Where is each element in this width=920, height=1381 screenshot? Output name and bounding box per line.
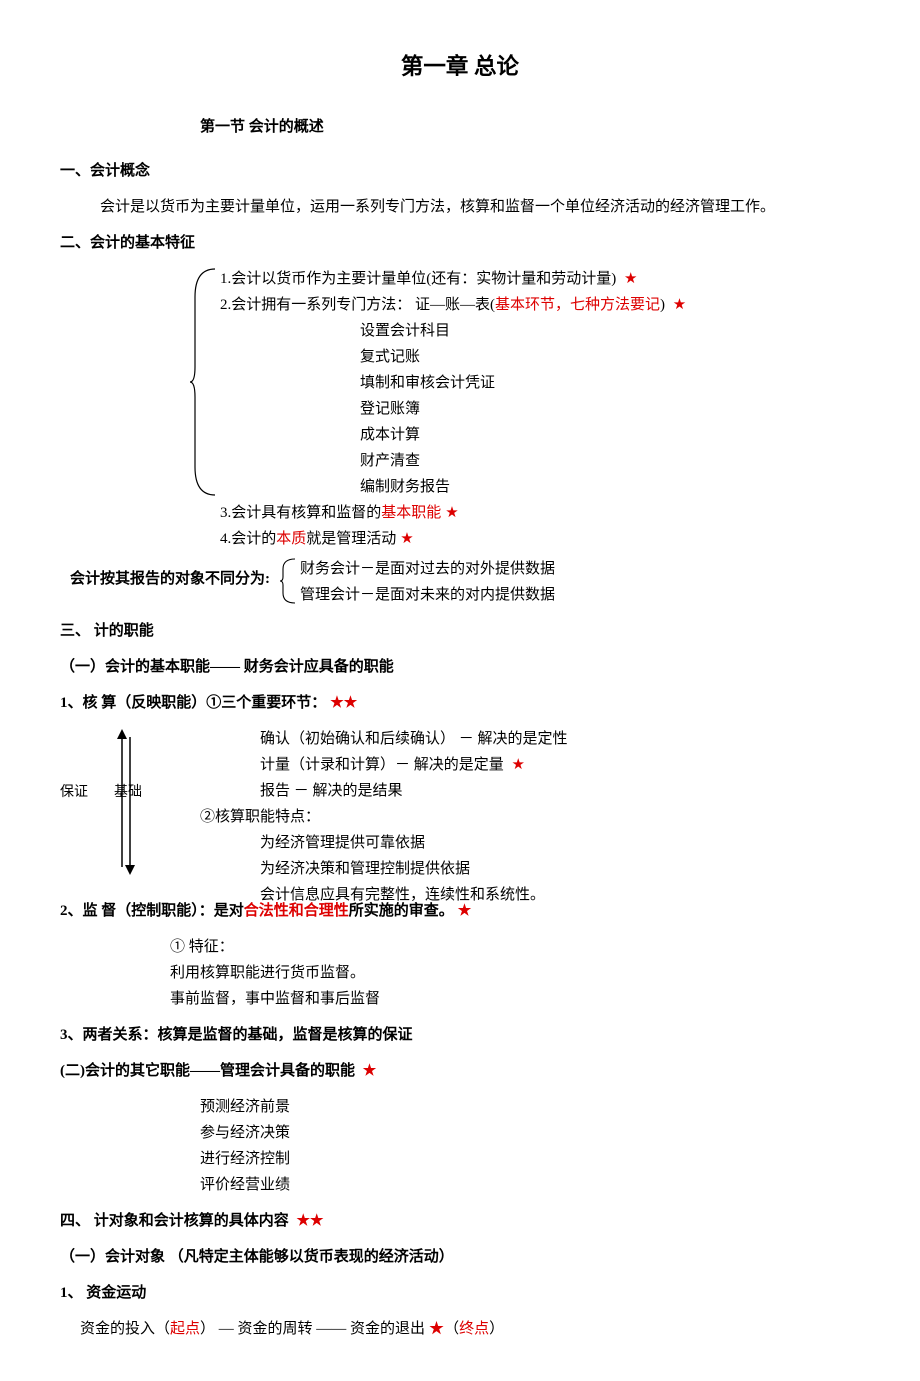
star-icon: ★ <box>429 1321 444 1337</box>
char-2: 利用核算职能进行货币监督。 <box>170 961 860 985</box>
heading-3-2: (二)会计的其它职能——管理会计具备的职能 ★ <box>60 1059 860 1083</box>
split-item-2: 管理会计－是面对未来的对内提供数据 <box>300 583 555 607</box>
section-title-1: 第一节 会计的概述 <box>200 115 860 139</box>
heading-3: 三、 计的职能 <box>60 619 860 643</box>
arrow-item-6: 会计信息应具有完整性，连续性和系统性。 <box>260 883 860 907</box>
arrow-item-5: 为经济决策和管理控制提供依据 <box>260 857 860 881</box>
arrow-item-4: 为经济管理提供可靠依据 <box>260 831 860 855</box>
arrow-item-3: 报告 － 解决的是结果 <box>260 779 860 803</box>
star-icon: ★ <box>363 1063 376 1079</box>
method-5: 成本计算 <box>360 423 860 447</box>
other-1: 预测经济前景 <box>200 1095 860 1119</box>
method-3: 填制和审核会计凭证 <box>360 371 860 395</box>
char-3: 事前监督，事中监督和事后监督 <box>170 987 860 1011</box>
star-icon: ★ <box>512 757 525 773</box>
star-icon: ★ <box>673 297 686 313</box>
split-label: 会计按其报告的对象不同分为: <box>70 567 270 591</box>
char-1: ① 特征： <box>170 935 860 959</box>
method-7: 编制财务报告 <box>360 475 860 499</box>
subhead-hs1: 1、核 算（反映职能）①三个重要环节：★★ <box>60 691 860 715</box>
feature-3: 3.会计具有核算和监督的基本职能★ <box>220 501 860 525</box>
heading-4: 四、 计对象和会计核算的具体内容 ★★ <box>60 1209 860 1233</box>
brace-icon <box>190 267 220 497</box>
star-icon: ★ <box>624 271 637 287</box>
method-6: 财产清查 <box>360 449 860 473</box>
method-4: 登记账簿 <box>360 397 860 421</box>
arrow-sub: ②核算职能特点： <box>200 805 860 829</box>
feature-4: 4.会计的本质就是管理活动★ <box>220 527 860 551</box>
heading-4-2: 1、 资金运动 <box>60 1281 860 1305</box>
star-icon: ★★ <box>297 1213 324 1229</box>
chapter-title: 第一章 总论 <box>60 49 860 85</box>
other-3: 进行经济控制 <box>200 1147 860 1171</box>
other-2: 参与经济决策 <box>200 1121 860 1145</box>
concept-text: 会计是以货币为主要计量单位，运用一系列专门方法，核算和监督一个单位经济活动的经济… <box>100 195 860 219</box>
star-icon: ★★ <box>330 695 357 711</box>
arrow-item-2: 计量（计录和计算）－ 解决的是定量 ★ <box>260 753 860 777</box>
fund-flow: 资金的投入（起点） — 资金的周转 —— 资金的退出★（终点） <box>80 1317 860 1341</box>
feature-2: 2.会计拥有一系列专门方法： 证—账—表(基本环节，七种方法要记) ★ <box>220 293 860 317</box>
method-1: 设置会计科目 <box>360 319 860 343</box>
other-4: 评价经营业绩 <box>200 1173 860 1197</box>
double-arrow-icon <box>116 727 136 877</box>
features-brace-group: 1.会计以货币作为主要计量单位(还有：实物计量和劳动计量) ★ 2.会计拥有一系… <box>60 267 860 551</box>
split-brace-group: 会计按其报告的对象不同分为: 财务会计－是面对过去的对外提供数据 管理会计－是面… <box>60 557 860 607</box>
split-item-1: 财务会计－是面对过去的对外提供数据 <box>300 557 555 581</box>
subhead-hs3: 3、两者关系：核算是监督的基础，监督是核算的保证 <box>60 1023 860 1047</box>
star-icon: ★ <box>445 505 458 521</box>
feature-1: 1.会计以货币作为主要计量单位(还有：实物计量和劳动计量) ★ <box>220 267 860 291</box>
heading-2: 二、会计的基本特征 <box>60 231 860 255</box>
method-2: 复式记账 <box>360 345 860 369</box>
heading-3-1: （一）会计的基本职能—— 财务会计应具备的职能 <box>60 655 860 679</box>
heading-1: 一、会计概念 <box>60 159 860 183</box>
brace-icon <box>280 557 298 605</box>
arrow-item-1: 确认（初始确认和后续确认） － 解决的是定性 <box>260 727 860 751</box>
arrow-diagram: 保证 基础 确认（初始确认和后续确认） － 解决的是定性 计量（计录和计算）－ … <box>60 727 860 887</box>
star-icon: ★ <box>400 531 413 547</box>
heading-4-1: （一）会计对象 （凡特定主体能够以货币表现的经济活动） <box>60 1245 860 1269</box>
label-baozheng: 保证 <box>60 782 88 804</box>
